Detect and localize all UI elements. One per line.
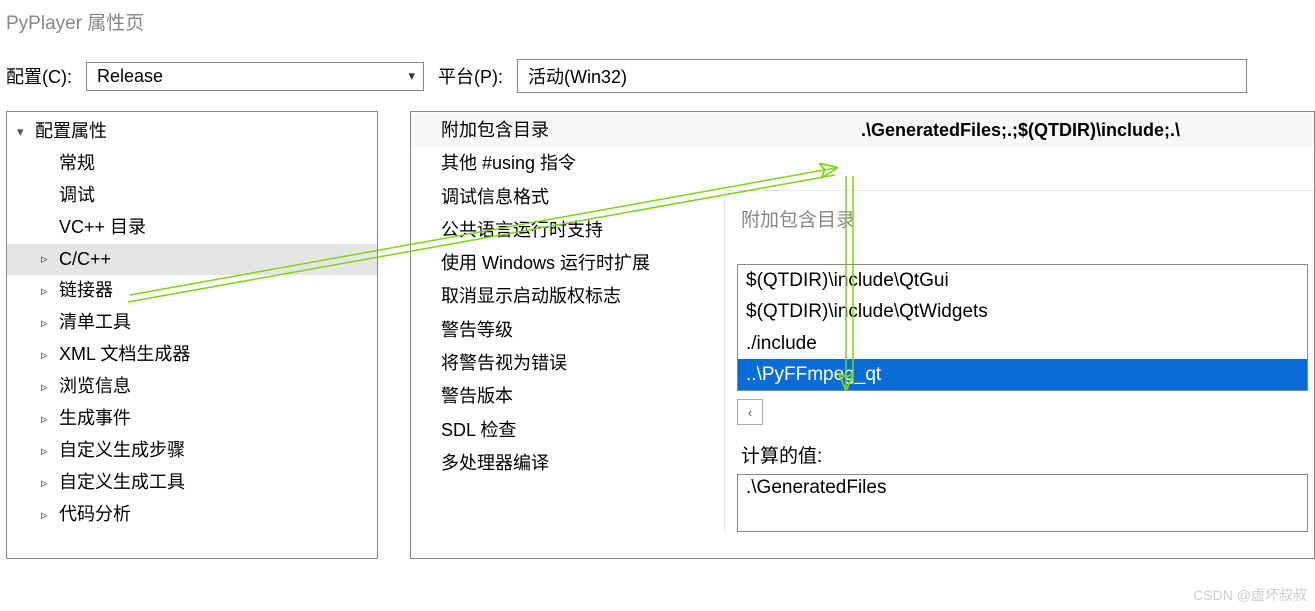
settings-tree[interactable]: ▾ 配置属性 常规调试VC++ 目录▹C/C++▹链接器▹清单工具▹XML 文档… (6, 111, 378, 559)
tree-root-label: 配置属性 (35, 118, 107, 146)
triangle-right-icon: ▹ (41, 505, 59, 525)
property-name: 其他 #using 指令 (441, 147, 841, 180)
scroll-left-icon[interactable]: ‹ (737, 399, 763, 425)
triangle-right-icon: ▹ (41, 313, 59, 333)
horizontal-scrollbar[interactable]: ‹ (737, 391, 1308, 439)
tree-item[interactable]: ▹C/C++ (7, 244, 377, 276)
property-row[interactable]: 其他 #using 指令 (411, 147, 1314, 180)
tree-item-label: 清单工具 (59, 309, 131, 337)
tree-item-label: 调试 (59, 182, 95, 210)
tree-item-label: XML 文档生成器 (59, 341, 190, 369)
chevron-down-icon: ▾ (408, 68, 415, 84)
computed-value-box: .\GeneratedFiles (737, 474, 1308, 532)
triangle-right-icon: ▹ (41, 441, 59, 461)
tree-item[interactable]: ▹代码分析 (7, 499, 377, 531)
tree-item-label: 浏览信息 (59, 373, 131, 401)
include-dirs-list[interactable]: $(QTDIR)\include\QtGui$(QTDIR)\include\Q… (737, 264, 1308, 391)
tree-item[interactable]: ▹自定义生成工具 (7, 467, 377, 499)
property-name: 附加包含目录 (441, 114, 841, 147)
tree-item[interactable]: ▹生成事件 (7, 403, 377, 435)
tree-item[interactable]: ▹清单工具 (7, 307, 377, 339)
triangle-right-icon: ▹ (41, 249, 59, 269)
tree-item-label: VC++ 目录 (59, 214, 146, 242)
popup-title: 附加包含目录 (737, 201, 1308, 264)
tree-item[interactable]: VC++ 目录 (7, 212, 377, 244)
tree-item-label: 链接器 (59, 277, 113, 305)
computed-value-text: .\GeneratedFiles (746, 477, 886, 498)
tree-item-label: 代码分析 (59, 501, 131, 529)
tree-item[interactable]: ▹自定义生成步骤 (7, 435, 377, 467)
tree-item-label: 常规 (59, 150, 95, 178)
config-label: 配置(C): (6, 63, 72, 89)
tree-item[interactable]: 调试 (7, 180, 377, 212)
triangle-right-icon: ▹ (41, 473, 59, 493)
platform-label: 平台(P): (438, 63, 503, 89)
platform-value: 活动(Win32) (528, 63, 627, 89)
list-item[interactable]: $(QTDIR)\include\QtWidgets (738, 296, 1307, 327)
tree-item[interactable]: 常规 (7, 148, 377, 180)
triangle-right-icon: ▹ (41, 377, 59, 397)
tree-item-label: C/C++ (59, 246, 111, 274)
tree-item-label: 自定义生成工具 (59, 469, 185, 497)
triangle-down-icon: ▾ (17, 122, 35, 142)
list-item[interactable]: $(QTDIR)\include\QtGui (738, 265, 1307, 296)
platform-combo[interactable]: 活动(Win32) (517, 59, 1247, 93)
tree-item-label: 自定义生成步骤 (59, 437, 185, 465)
list-item[interactable]: ..\PyFFmpeg_qt (738, 359, 1307, 390)
window-title: PyPlayer 属性页 (0, 0, 1315, 55)
triangle-right-icon: ▹ (41, 409, 59, 429)
tree-item[interactable]: ▹链接器 (7, 275, 377, 307)
property-value: .\GeneratedFiles;.;$(QTDIR)\include;.\ (841, 114, 1180, 147)
tree-item-label: 生成事件 (59, 405, 131, 433)
config-bar: 配置(C): Release ▾ 平台(P): 活动(Win32) (0, 55, 1315, 111)
property-row[interactable]: 附加包含目录.\GeneratedFiles;.;$(QTDIR)\includ… (411, 114, 1314, 147)
tree-item[interactable]: ▹XML 文档生成器 (7, 339, 377, 371)
tree-root[interactable]: ▾ 配置属性 (7, 116, 377, 148)
include-dirs-popup: 附加包含目录 $(QTDIR)\include\QtGui$(QTDIR)\in… (724, 190, 1314, 532)
triangle-right-icon: ▹ (41, 345, 59, 365)
config-value: Release (97, 66, 163, 87)
config-combo[interactable]: Release ▾ (86, 62, 424, 91)
triangle-right-icon: ▹ (41, 281, 59, 301)
list-item[interactable]: ./include (738, 328, 1307, 359)
tree-item[interactable]: ▹浏览信息 (7, 371, 377, 403)
watermark: CSDN @虚坏叔叔 (1193, 585, 1307, 605)
computed-value-label: 计算的值: (737, 439, 1308, 474)
